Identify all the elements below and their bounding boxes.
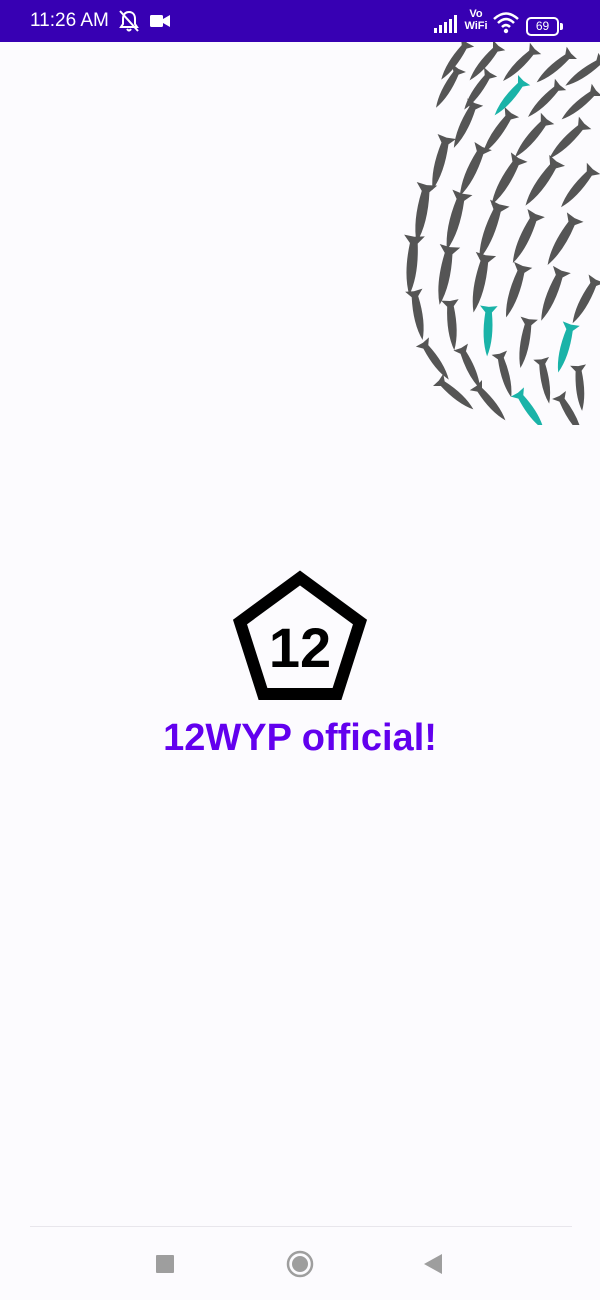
fish-shape — [433, 373, 479, 416]
fish-shape — [539, 212, 584, 270]
fish-group — [398, 42, 600, 425]
recent-apps-button[interactable] — [135, 1238, 195, 1290]
fish-shape — [532, 265, 571, 325]
fish-shape — [451, 142, 492, 201]
battery-icon: 69 — [526, 17, 559, 36]
fish-shape — [533, 356, 558, 406]
back-triangle-icon — [424, 1254, 442, 1274]
fish-shape — [508, 112, 555, 163]
nav-divider — [30, 1226, 572, 1227]
fish-shape — [483, 152, 528, 210]
app-logo-icon: 12 — [232, 570, 368, 700]
fish-shape — [429, 244, 461, 307]
status-bar: 11:26 AM Vo WiFi 69 — [0, 0, 600, 42]
fish-shape — [517, 154, 566, 212]
video-camera-icon — [150, 15, 170, 27]
app-title: 12WYP official! — [163, 717, 437, 759]
logo-text: 12 — [269, 616, 331, 679]
fish-shape — [445, 98, 484, 152]
fish-shape — [504, 209, 545, 268]
fish-shape — [406, 182, 438, 245]
fish-shape — [415, 337, 456, 385]
fish-shape — [436, 189, 473, 253]
vowifi-top: Vo — [469, 8, 483, 20]
circle-icon — [292, 1256, 308, 1272]
fish-shape — [441, 299, 464, 352]
fish-shape — [511, 316, 538, 370]
fish-shape — [423, 134, 457, 193]
fish-shape — [463, 251, 497, 315]
fish-shape — [398, 234, 425, 296]
fish-shape — [453, 343, 488, 393]
fish-shape — [570, 364, 591, 412]
fish-shape — [496, 261, 533, 321]
fish-shape — [491, 350, 519, 400]
fish-school-illustration — [398, 42, 600, 425]
fish-shape — [469, 380, 512, 425]
home-button[interactable] — [270, 1238, 330, 1290]
signal-icon — [434, 15, 457, 33]
fish-shape — [554, 162, 600, 213]
back-button[interactable] — [403, 1238, 463, 1290]
vowifi-label: Vo WiFi — [463, 8, 489, 32]
fish-shape — [478, 305, 498, 357]
battery-nub — [560, 23, 563, 30]
wifi-icon — [493, 12, 519, 34]
mute-notifications-icon — [119, 10, 139, 32]
fish-shape — [564, 274, 600, 328]
vowifi-bottom: WiFi — [464, 20, 488, 32]
fish-shape — [405, 288, 432, 342]
fish-shape — [469, 199, 510, 263]
square-icon — [156, 1255, 174, 1273]
status-time: 11:26 AM — [30, 10, 109, 31]
